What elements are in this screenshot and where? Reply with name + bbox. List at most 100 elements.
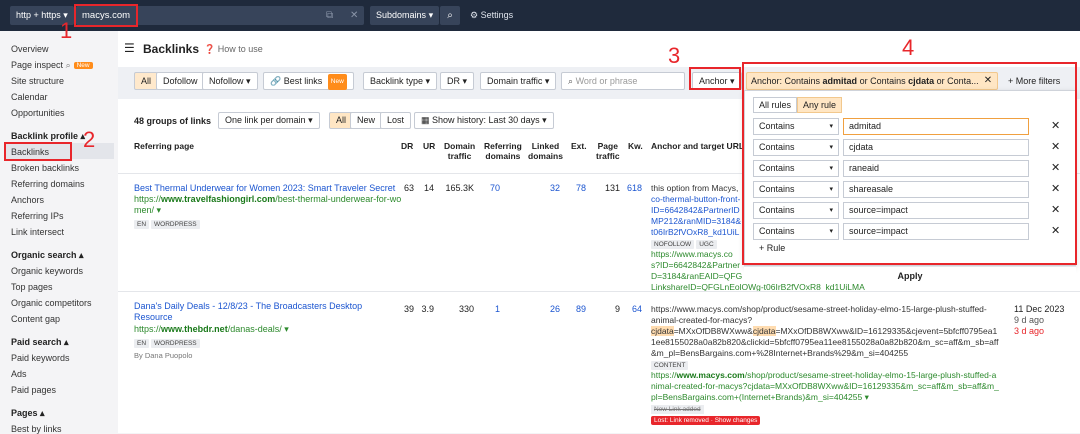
row2-title-link-cont[interactable]: Resource — [134, 312, 173, 323]
filter-label: DR — [447, 76, 460, 86]
row1-linked-domains[interactable]: 32 — [528, 183, 560, 193]
chevron-down-icon: ▾ — [284, 324, 289, 334]
tag: EN — [134, 339, 150, 348]
filter-label: Domain traffic — [487, 76, 543, 86]
annotation-box-url — [74, 4, 138, 27]
sidebar-section-paid-search[interactable]: Paid search ▴ — [11, 337, 69, 348]
chevron-down-icon: ▾ — [864, 392, 869, 402]
gear-icon: ⚙ — [470, 10, 479, 20]
filter-nofollow[interactable]: Nofollow ▾ — [202, 72, 258, 90]
sidebar-item-calendar[interactable]: Calendar — [11, 92, 48, 102]
sidebar-item-organic-keywords[interactable]: Organic keywords — [11, 266, 83, 276]
top-bar: http + https ▾ macys.com ⧉ ✕ Subdomains … — [0, 0, 1080, 31]
sidebar-section-organic-search[interactable]: Organic search ▴ — [11, 250, 84, 261]
col-ext[interactable]: Ext. — [571, 141, 587, 151]
history-select[interactable]: ▦ Show history: Last 30 days ▾ — [414, 112, 554, 129]
tag: NOFOLLOW — [651, 240, 695, 249]
select-label: Show history: Last 30 days — [432, 115, 540, 125]
row1-ref-domains[interactable]: 70 — [474, 183, 500, 193]
col-referring-domains[interactable]: Referring domains — [484, 141, 522, 161]
mode-select[interactable]: Subdomains ▾ — [370, 6, 440, 25]
target-url-line[interactable]: nimal-created-for-macys?cjdata=MXxOfDB8W… — [651, 381, 1011, 392]
menu-icon[interactable]: ☰ — [124, 41, 135, 55]
history-new[interactable]: New — [350, 112, 383, 129]
sidebar-item-ads[interactable]: Ads — [11, 369, 27, 379]
col-linked-domains[interactable]: Linked domains — [528, 141, 563, 161]
word-search-input[interactable]: ⌕ Word or phrase — [561, 72, 685, 90]
apply-button[interactable]: Apply — [744, 266, 1076, 284]
sidebar-item-opportunities[interactable]: Opportunities — [11, 108, 65, 118]
filter-best-links[interactable]: 🔗 Best links New — [263, 72, 354, 90]
new-link-tag: New Link added — [651, 405, 704, 414]
col-ur[interactable]: UR — [423, 141, 435, 151]
sidebar-section-backlink-profile[interactable]: Backlink profile ▴ — [11, 131, 85, 142]
col-referring-page[interactable]: Referring page — [134, 141, 194, 151]
row1-page-traffic: 131 — [604, 183, 620, 193]
col-kw[interactable]: Kw. — [628, 141, 643, 151]
external-link-icon[interactable]: ⧉ — [326, 6, 333, 25]
row1-ext[interactable]: 78 — [564, 183, 586, 193]
url-part: men/ — [134, 205, 155, 215]
col-page-traffic[interactable]: Page traffic — [596, 141, 620, 161]
history-lost[interactable]: Lost — [380, 112, 412, 129]
sidebar-item-page-inspect[interactable]: Page inspect ⌕ New — [11, 60, 93, 71]
row1-title-link[interactable]: Best Thermal Underwear for Women 2023: S… — [134, 183, 395, 194]
sidebar-item-paid-keywords[interactable]: Paid keywords — [11, 353, 70, 363]
target-url-line[interactable]: https://www.macys.com/shop/product/sesam… — [651, 370, 1011, 381]
annotation-number: 4 — [902, 35, 915, 60]
page-title: Backlinks — [143, 42, 200, 56]
filter-backlink-type[interactable]: Backlink type ▾ — [363, 72, 438, 90]
target-url-line[interactable]: pl=BensBargains.com+(Internet+Brands)&m_… — [651, 392, 1011, 403]
sidebar-item-top-pages[interactable]: Top pages — [11, 282, 53, 292]
sidebar-item-referring-domains[interactable]: Referring domains — [11, 179, 85, 189]
row2-dates: 11 Dec 2023 9 d ago 3 d ago — [1014, 304, 1064, 337]
sidebar-item-overview[interactable]: Overview — [11, 44, 49, 54]
col-domain-traffic[interactable]: Domain traffic — [444, 141, 475, 161]
row2-url[interactable]: https://www.thebdr.net/danas-deals/ ▾ — [134, 324, 289, 335]
sidebar-item-site-structure[interactable]: Site structure — [11, 76, 64, 86]
settings-button[interactable]: ⚙ Settings — [470, 6, 513, 25]
sidebar-item-anchors[interactable]: Anchors — [11, 195, 44, 205]
show-changes-link[interactable]: Show changes — [715, 417, 758, 424]
row2-linked-domains[interactable]: 26 — [528, 304, 560, 314]
sidebar-item-content-gap[interactable]: Content gap — [11, 314, 60, 324]
row2-ext[interactable]: 89 — [564, 304, 586, 314]
filter-dr[interactable]: DR ▾ — [440, 72, 475, 90]
chevron-down-icon: ▾ — [156, 205, 162, 215]
row2-kw[interactable]: 64 — [622, 304, 642, 314]
header-line: domains — [485, 151, 521, 161]
filter-dofollow[interactable]: Dofollow — [156, 72, 205, 90]
sidebar-item-broken-backlinks[interactable]: Broken backlinks — [11, 163, 79, 173]
anchor-part: =MXxOfDB8WXww& — [673, 326, 753, 336]
row2-title-link[interactable]: Dana's Daily Deals - 12/8/23 - The Broad… — [134, 301, 362, 312]
col-dr[interactable]: DR — [401, 141, 413, 151]
url-part: /best-thermal-underwear-for-wo — [275, 194, 402, 204]
clear-icon[interactable]: ✕ — [350, 6, 358, 25]
row2-ur: 3.9 — [421, 304, 434, 314]
per-domain-select[interactable]: One link per domain ▾ — [218, 112, 320, 129]
sidebar-item-organic-competitors[interactable]: Organic competitors — [11, 298, 92, 308]
row1-kw[interactable]: 618 — [622, 183, 642, 193]
row1-url[interactable]: https://www.travelfashiongirl.com/best-t… — [134, 194, 401, 205]
sidebar-item-link-intersect[interactable]: Link intersect — [11, 227, 64, 237]
url-domain: www.thebdr.net — [161, 324, 228, 334]
chevron-down-icon: ▾ — [542, 115, 547, 125]
col-anchor-target[interactable]: Anchor and target URL — [651, 141, 744, 151]
row1-url-cont[interactable]: men/ ▾ — [134, 205, 161, 216]
row2-ref-domains[interactable]: 1 — [474, 304, 500, 314]
sidebar-item-paid-pages[interactable]: Paid pages — [11, 385, 56, 395]
section-label: Organic search — [11, 250, 77, 260]
calendar-icon: ▦ — [421, 115, 430, 125]
search-button[interactable]: ⌕ — [440, 6, 460, 25]
row-divider — [118, 291, 1080, 292]
filter-domain-traffic[interactable]: Domain traffic ▾ — [480, 72, 557, 90]
row2-tags: EN WORDPRESS — [134, 337, 202, 348]
tag: UGC — [696, 240, 717, 249]
groups-count: 48 groups of links — [134, 116, 212, 126]
filter-all[interactable]: All — [134, 72, 159, 90]
sidebar-section-pages[interactable]: Pages ▴ — [11, 408, 45, 419]
how-to-use-link[interactable]: ❓ How to use — [204, 44, 263, 55]
sidebar-item-referring-ips[interactable]: Referring IPs — [11, 211, 64, 221]
how-to-use-label: How to use — [217, 44, 263, 54]
url-part: https:// — [134, 194, 162, 204]
